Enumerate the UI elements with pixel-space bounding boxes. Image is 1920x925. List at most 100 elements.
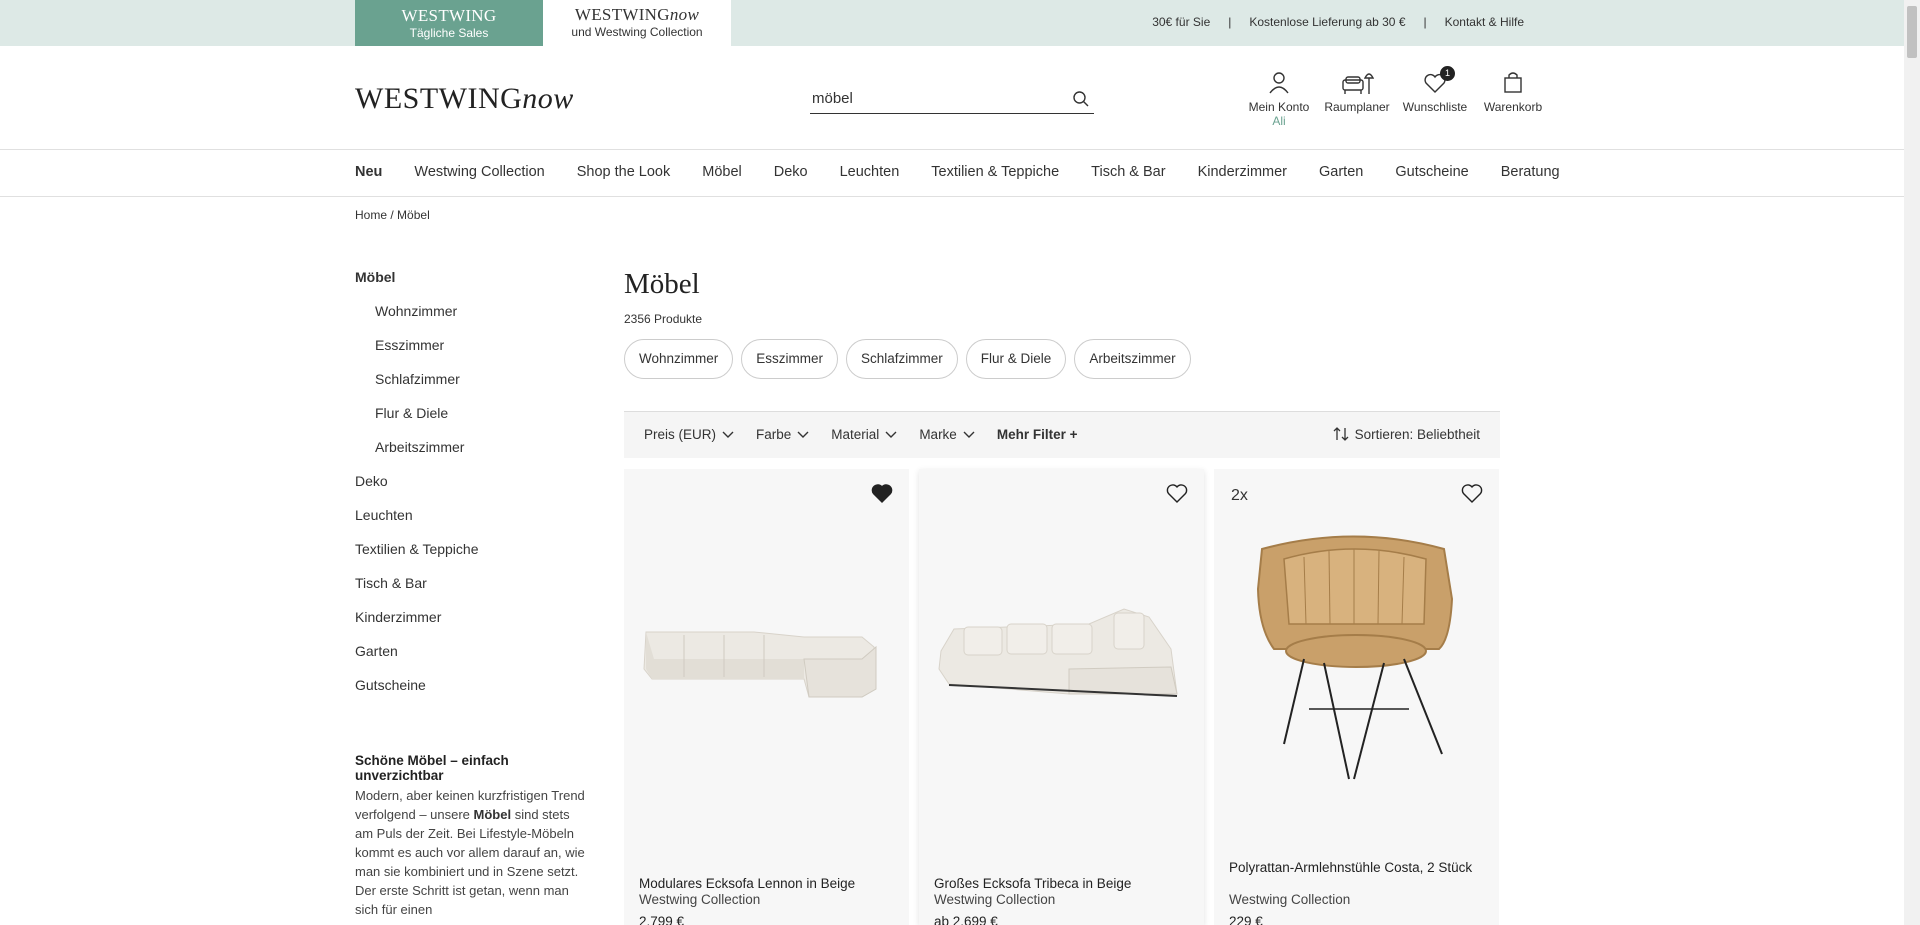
product-brand: Westwing Collection [1229,892,1351,907]
nav-item-kinderzimmer[interactable]: Kinderzimmer [1198,164,1287,180]
filter-color[interactable]: Farbe [756,427,809,442]
sidebar-item-moebel[interactable]: Möbel [355,267,595,301]
product-card[interactable]: 2x Polyrattan-Armlehnstühle Costa, 2 Stü… [1214,469,1499,925]
nav-item-gutscheine[interactable]: Gutscheine [1395,164,1468,180]
main-nav: Neu Westwing Collection Shop the Look Mö… [0,150,1904,197]
product-name[interactable]: Modulares Ecksofa Lennon in Beige [639,876,889,892]
product-image-sofa-tribeca [938,608,1178,697]
search-icon[interactable] [1072,90,1090,108]
logo[interactable]: WESTWINGnow [355,82,574,116]
sidebar-item-esszimmer[interactable]: Esszimmer [355,335,595,369]
link-contact-help[interactable]: Kontakt & Hilfe [1445,15,1524,29]
sidebar-item-arbeitszimmer[interactable]: Arbeitszimmer [355,437,595,471]
chevron-down-icon [797,431,809,438]
link-30-euro[interactable]: 30€ für Sie [1152,15,1210,29]
product-name[interactable]: Polyrattan-Armlehnstühle Costa, 2 Stück [1229,860,1479,876]
separator: | [1228,15,1232,29]
scrollbar-thumb[interactable] [1907,6,1917,58]
sidebar-item-flur-diele[interactable]: Flur & Diele [355,403,595,437]
chevron-down-icon [885,431,897,438]
logo-text: WESTWING [355,82,523,115]
product-price: 229 € [1229,914,1263,925]
sales-tab-brand: WESTWING [401,6,497,25]
seo-text: Modern, aber keinen kurzfristigen Trend … [355,786,591,919]
nav-item-garten[interactable]: Garten [1319,164,1363,180]
chip-wohnzimmer[interactable]: Wohnzimmer [624,339,734,379]
sort-icon [1333,427,1349,441]
heart-outline-icon[interactable] [1461,483,1483,503]
filter-color-label: Farbe [756,427,792,442]
account-username: Ali [1272,114,1286,128]
filter-material[interactable]: Material [831,427,897,442]
product-card[interactable]: Großes Ecksofa Tribeca in Beige Westwing… [919,469,1204,925]
chip-arbeitszimmer[interactable]: Arbeitszimmer [1074,339,1191,379]
sidebar-item-deko[interactable]: Deko [355,471,595,505]
cart-button[interactable]: Warenkorb [1474,70,1552,128]
wishlist-button[interactable]: 1 Wunschliste [1396,66,1474,128]
now-tab-sub: und Westwing Collection [571,25,703,39]
nav-item-neu[interactable]: Neu [355,164,382,180]
tab-westwing-now[interactable]: WESTWINGnow und Westwing Collection [543,0,731,46]
sort-label: Sortieren: Beliebtheit [1354,426,1480,442]
product-name[interactable]: Großes Ecksofa Tribeca in Beige [934,876,1184,892]
link-free-delivery[interactable]: Kostenlose Lieferung ab 30 € [1249,15,1405,29]
nav-item-beratung[interactable]: Beratung [1501,164,1560,180]
filter-material-label: Material [831,427,880,442]
heart-filled-icon[interactable] [871,483,893,503]
product-count: 2356 Produkte [624,312,703,326]
sidebar-item-kinderzimmer[interactable]: Kinderzimmer [355,607,595,641]
chevron-down-icon [722,431,734,438]
sidebar-item-wohnzimmer[interactable]: Wohnzimmer [355,301,595,335]
search-box [810,84,1094,114]
product-brand: Westwing Collection [639,892,761,907]
chip-schlafzimmer[interactable]: Schlafzimmer [846,339,958,379]
sidebar-item-gutscheine[interactable]: Gutscheine [355,675,595,709]
wishlist-label: Wunschliste [1402,100,1468,114]
product-card[interactable]: Modulares Ecksofa Lennon in Beige Westwi… [624,469,909,925]
filter-bar: Preis (EUR) Farbe Material Marke Mehr Fi… [624,411,1500,458]
product-price: ab 2.699 € [934,914,998,925]
sales-tab-sub: Tägliche Sales [409,26,489,40]
nav-item-deko[interactable]: Deko [774,164,808,180]
product-image-rattan-chair [1256,535,1454,780]
heart-outline-icon[interactable] [1166,483,1188,503]
sidebar-item-garten[interactable]: Garten [355,641,595,675]
product-image-sofa-lennon [643,631,877,698]
quantity-badge: 2x [1231,487,1248,504]
separator: | [1423,15,1427,29]
tab-westwing-sales[interactable]: WESTWING Tägliche Sales [355,0,543,46]
account-label: Mein Konto [1248,100,1310,114]
product-brand: Westwing Collection [934,892,1056,907]
sidebar-item-leuchten[interactable]: Leuchten [355,505,595,539]
nav-item-tisch-bar[interactable]: Tisch & Bar [1091,164,1165,180]
page-title: Möbel [624,268,700,300]
chip-flur-diele[interactable]: Flur & Diele [965,339,1067,379]
sidebar-item-textilien[interactable]: Textilien & Teppiche [355,539,595,573]
filter-price-label: Preis (EUR) [644,427,717,442]
account-button[interactable]: Mein Konto Ali [1240,70,1318,128]
filter-brand[interactable]: Marke [919,427,975,442]
cart-label: Warenkorb [1483,100,1543,114]
search-input[interactable] [810,84,1060,112]
sidebar-item-tisch-bar[interactable]: Tisch & Bar [355,573,595,607]
sidebar-item-schlafzimmer[interactable]: Schlafzimmer [355,369,595,403]
filter-price[interactable]: Preis (EUR) [644,427,734,442]
room-planner-icon [1342,73,1375,94]
seo-text-link[interactable]: Möbel [474,807,512,822]
nav-item-leuchten[interactable]: Leuchten [840,164,900,180]
breadcrumb-home[interactable]: Home [355,208,387,222]
sort-button[interactable]: Sortieren: Beliebtheit [1333,426,1480,442]
logo-text-italic: now [522,82,574,115]
nav-item-westwing-collection[interactable]: Westwing Collection [414,164,544,180]
nav-item-moebel[interactable]: Möbel [702,164,742,180]
bag-icon [1504,72,1522,93]
page-scrollbar[interactable] [1904,0,1920,925]
nav-item-shop-the-look[interactable]: Shop the Look [577,164,671,180]
more-filters-button[interactable]: Mehr Filter + [997,427,1078,442]
nav-item-textilien[interactable]: Textilien & Teppiche [931,164,1059,180]
room-planner-button[interactable]: Raumplaner [1318,70,1396,128]
top-bar: WESTWING Tägliche Sales WESTWINGnow und … [0,0,1904,46]
chip-esszimmer[interactable]: Esszimmer [741,339,839,379]
now-tab-brand-italic: now [669,5,700,24]
site-header: WESTWINGnow Mein Konto Ali Raumplaner 1 … [0,46,1904,150]
